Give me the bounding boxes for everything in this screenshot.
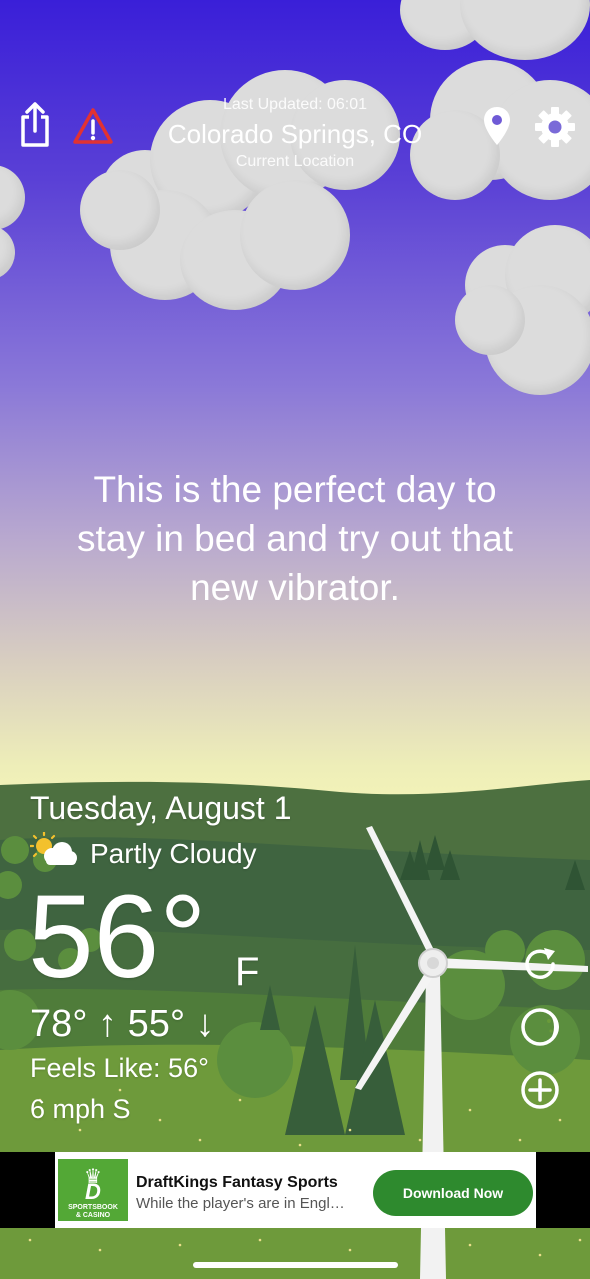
- download-now-button[interactable]: Download Now: [373, 1170, 533, 1216]
- ad-title: DraftKings Fantasy Sports: [136, 1174, 338, 1191]
- weather-message: This is the perfect day to stay in bed a…: [30, 465, 560, 612]
- ad-content[interactable]: ♛ D SPORTSBOOK & CASINO DraftKings Fanta…: [55, 1152, 536, 1228]
- home-indicator[interactable]: [193, 1262, 398, 1268]
- high-low: 78° ↑ 55° ↓: [30, 1003, 215, 1046]
- temperature-unit: F: [235, 950, 260, 994]
- temperature-value: 56°: [28, 871, 207, 1003]
- arrow-up-icon: ↑: [87, 1003, 128, 1045]
- refresh-icon[interactable]: [518, 942, 562, 986]
- message-line-3: new vibrator.: [190, 567, 400, 608]
- logo-text-2: & CASINO: [75, 1212, 111, 1219]
- logo-mark: D: [85, 1179, 101, 1204]
- feels-like: Feels Like: 56°: [30, 1053, 209, 1083]
- warning-icon[interactable]: [70, 104, 116, 148]
- landscape: [0, 780, 590, 1279]
- wind-speed: 6 mph S: [30, 1094, 131, 1124]
- logo-text-1: SPORTSBOOK: [68, 1204, 118, 1211]
- partly-cloudy-icon: [28, 830, 78, 868]
- draftkings-logo: ♛ D SPORTSBOOK & CASINO: [58, 1159, 128, 1221]
- weather-screen: Last Updated: 06:01 Colorado Springs, CO…: [0, 0, 590, 1279]
- low-temp: 55°: [127, 1003, 186, 1045]
- location-pin-icon[interactable]: [478, 104, 516, 148]
- date-label: Tuesday, August 1: [30, 790, 292, 826]
- ad-subtitle: While the player's are in Engl…: [136, 1195, 345, 1212]
- share-icon[interactable]: [14, 100, 56, 148]
- ad-banner[interactable]: ♛ D SPORTSBOOK & CASINO DraftKings Fanta…: [0, 1152, 590, 1228]
- arrow-down-icon: ↓: [185, 1003, 215, 1045]
- moon-phase-icon[interactable]: [518, 1005, 562, 1049]
- message-line-2: stay in bed and try out that: [76, 518, 514, 559]
- message-line-1: This is the perfect day to: [93, 469, 497, 510]
- add-icon[interactable]: [518, 1068, 562, 1112]
- high-temp: 78°: [30, 1003, 88, 1045]
- condition-label: Partly Cloudy: [90, 838, 257, 869]
- gear-icon[interactable]: [532, 104, 578, 150]
- location-label: Current Location: [235, 153, 355, 170]
